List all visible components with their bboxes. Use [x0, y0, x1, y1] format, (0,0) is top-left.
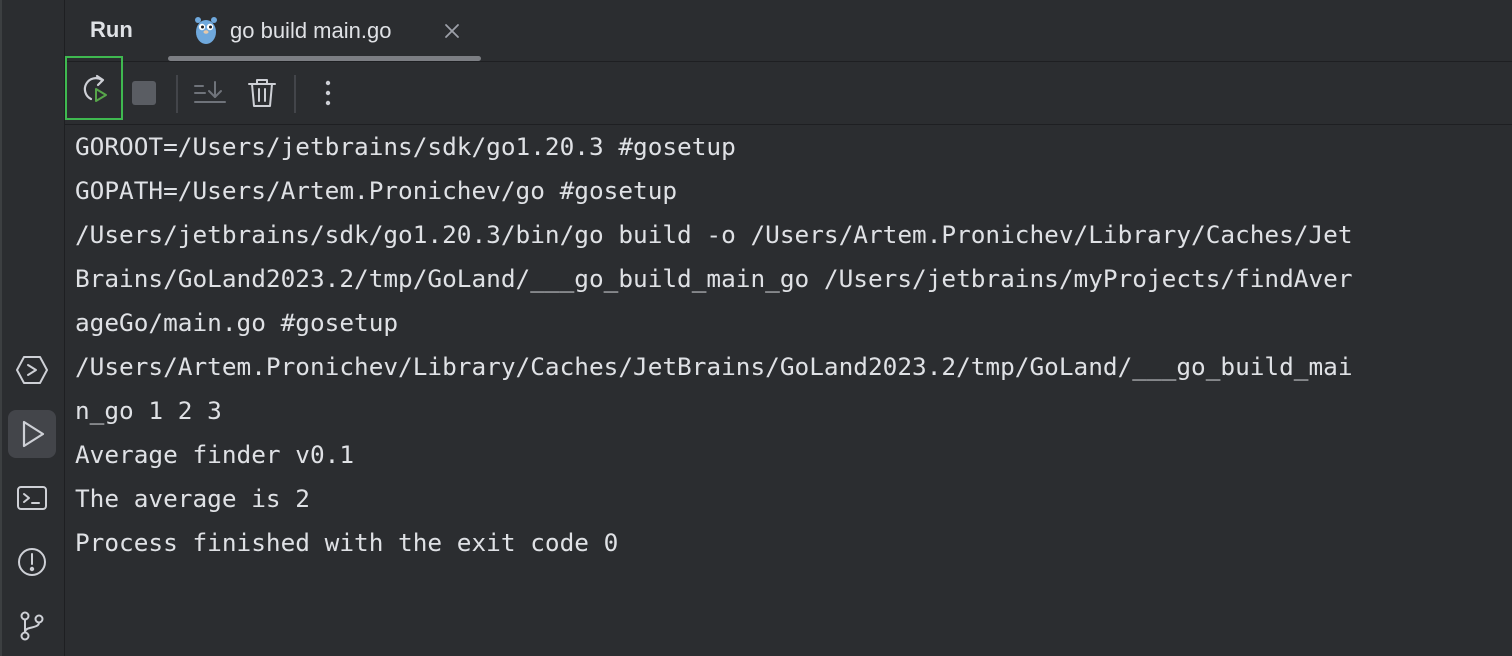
panel-title: Run — [90, 17, 133, 42]
git-button[interactable] — [8, 602, 56, 650]
more-vertical-icon — [325, 80, 331, 106]
services-button[interactable] — [8, 346, 56, 394]
console-line: n_go 1 2 3 — [75, 396, 222, 425]
console-output[interactable]: GOROOT=/Users/jetbrains/sdk/go1.20.3 #go… — [65, 125, 1512, 656]
toolbar-separator — [176, 75, 178, 113]
toolbar-separator — [294, 75, 296, 113]
left-edge — [0, 0, 2, 656]
console-line: Process finished with the exit code 0 — [75, 528, 619, 557]
run-panel-header: Run go build main.go — [65, 0, 1512, 62]
tab-label: go build main.go — [230, 18, 392, 43]
console-line: The average is 2 — [75, 484, 310, 513]
rerun-icon — [83, 74, 107, 102]
console-line: /Users/jetbrains/sdk/go1.20.3/bin/go bui… — [75, 220, 1353, 249]
console-line: GOPATH=/Users/Artem.Pronichev/go #gosetu… — [75, 176, 678, 205]
run-tool-button[interactable] — [8, 410, 56, 458]
scroll-to-end-button[interactable] — [183, 62, 237, 124]
clear-console-button[interactable] — [235, 62, 289, 124]
console-line: GOROOT=/Users/jetbrains/sdk/go1.20.3 #go… — [75, 132, 736, 161]
run-icon — [22, 420, 45, 448]
problems-button[interactable] — [8, 538, 56, 586]
git-icon — [20, 611, 44, 641]
left-tool-strip — [0, 0, 65, 656]
console-line: ageGo/main.go #gosetup — [75, 308, 399, 337]
close-icon[interactable] — [443, 22, 461, 40]
trash-icon — [248, 79, 276, 107]
tab-go-build-main[interactable]: go build main.go — [168, 0, 481, 61]
stop-button[interactable] — [117, 62, 171, 124]
problems-icon — [18, 548, 46, 576]
run-toolbar — [65, 56, 1512, 125]
scroll-to-end-icon — [194, 81, 226, 103]
gopher-icon — [195, 17, 217, 44]
console-line: Brains/GoLand2023.2/tmp/GoLand/___go_bui… — [75, 264, 1353, 293]
terminal-button[interactable] — [8, 474, 56, 522]
stop-icon — [132, 81, 156, 105]
rerun-button[interactable] — [65, 56, 123, 120]
more-options-button[interactable] — [301, 62, 355, 124]
console-line: Average finder v0.1 — [75, 440, 355, 469]
active-tab-underline — [168, 56, 481, 61]
terminal-icon — [17, 486, 47, 510]
services-icon — [16, 356, 48, 384]
console-line: /Users/Artem.Pronichev/Library/Caches/Je… — [75, 352, 1353, 381]
